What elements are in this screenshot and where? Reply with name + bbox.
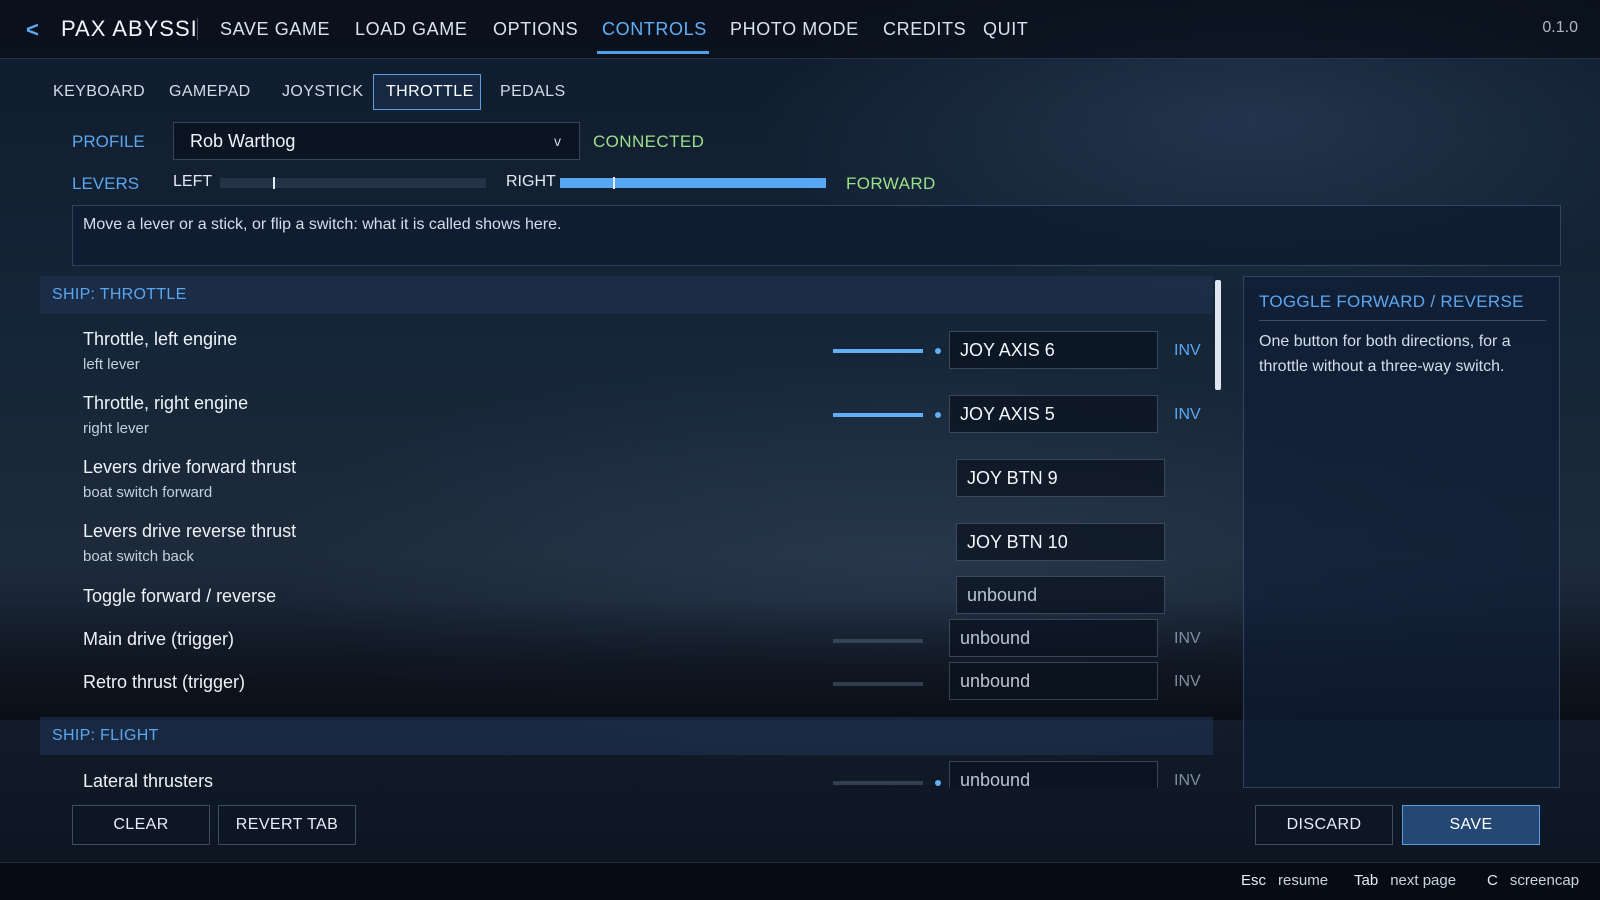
invert-toggle[interactable]: INV [1174, 342, 1201, 360]
invert-toggle[interactable]: INV [1174, 673, 1201, 691]
binding-slot[interactable]: unbound [949, 619, 1158, 657]
invert-toggle[interactable]: INV [1174, 772, 1201, 788]
right-lever-meter [560, 177, 826, 189]
section-ship-throttle: SHIP: THROTTLE [40, 276, 1213, 314]
binding-subtitle: boat switch back [83, 548, 194, 565]
nav-photo-mode[interactable]: PHOTO MODE [730, 19, 859, 40]
hotkey-screencap[interactable]: Cscreencap [1487, 872, 1579, 889]
scrollbar-thumb[interactable] [1215, 280, 1221, 390]
invert-toggle[interactable]: INV [1174, 630, 1201, 648]
nav-credits[interactable]: CREDITS [883, 19, 966, 40]
profile-value: Rob Warthog [190, 131, 296, 151]
left-lever-marker [273, 177, 276, 189]
table-row[interactable]: Throttle, right engine right lever JOY A… [40, 390, 1213, 450]
hotkey-resume[interactable]: Esc resume [1241, 872, 1328, 889]
binding-name: Levers drive reverse thrust [83, 521, 297, 541]
section-ship-flight: SHIP: FLIGHT [40, 717, 1213, 755]
version-label: 0.1.0 [1542, 19, 1578, 36]
profile-label: PROFILE [72, 132, 145, 151]
binding-subtitle: right lever [83, 420, 149, 437]
axis-level-bar [833, 682, 923, 686]
table-row[interactable]: Lateral thrusters unbound INV [40, 761, 1213, 788]
binding-slot[interactable]: unbound [949, 761, 1158, 788]
save-button[interactable]: SAVE [1402, 805, 1540, 845]
nav-load-game[interactable]: LOAD GAME [355, 19, 467, 40]
right-lever-label: RIGHT [506, 173, 556, 190]
revert-tab-button[interactable]: REVERT TAB [218, 805, 356, 845]
binding-name: Main drive (trigger) [83, 629, 235, 649]
left-lever-label: LEFT [173, 173, 213, 190]
tab-throttle[interactable]: THROTTLE [373, 74, 481, 110]
table-row[interactable]: Throttle, left engine left lever JOY AXI… [40, 326, 1213, 386]
axis-level-bar [833, 413, 923, 417]
right-lever-marker [613, 177, 616, 189]
info-title: TOGGLE FORWARD / REVERSE [1259, 292, 1524, 311]
binding-slot[interactable]: JOY BTN 9 [956, 459, 1165, 497]
binding-slot[interactable]: unbound [956, 576, 1165, 614]
binding-slot[interactable]: JOY AXIS 6 [949, 331, 1158, 369]
tab-keyboard[interactable]: KEYBOARD [40, 74, 158, 110]
info-divider [1259, 320, 1546, 321]
binding-name: Retro thrust (trigger) [83, 672, 246, 692]
invert-toggle[interactable]: INV [1174, 406, 1201, 424]
nav-controls[interactable]: CONTROLS [602, 19, 707, 40]
axis-position-dot [935, 412, 941, 418]
back-chevron-icon[interactable]: < [26, 17, 39, 43]
input-hint-box: Move a lever or a stick, or flip a switc… [72, 205, 1561, 266]
binding-slot[interactable]: unbound [949, 662, 1158, 700]
binding-name: Throttle, left engine [83, 329, 238, 349]
hotkey-next-page[interactable]: Tab next page [1354, 872, 1456, 889]
right-lever-fill [560, 178, 826, 188]
info-description: One button for both directions, for a th… [1259, 333, 1511, 375]
thrust-direction: FORWARD [846, 174, 936, 193]
binding-name: Lateral thrusters [83, 771, 214, 788]
top-nav: < PAX ABYSSI SAVE GAME LOAD GAME OPTIONS… [0, 0, 1600, 59]
binding-name: Throttle, right engine [83, 393, 249, 413]
game-title: PAX ABYSSI [61, 16, 198, 41]
table-row[interactable]: Levers drive forward thrust boat switch … [40, 454, 1213, 514]
chevron-down-icon: v [554, 133, 561, 149]
input-hint-text: Move a lever or a stick, or flip a switc… [83, 216, 562, 233]
binding-subtitle: left lever [83, 356, 140, 373]
axis-level-bar [833, 349, 923, 353]
section-title: SHIP: FLIGHT [52, 727, 159, 744]
binding-info-panel: TOGGLE FORWARD / REVERSE One button for … [1243, 276, 1560, 788]
connection-status: CONNECTED [593, 132, 705, 151]
table-row[interactable]: Retro thrust (trigger) unbound INV [40, 662, 1213, 706]
nav-save-game[interactable]: SAVE GAME [220, 19, 330, 40]
axis-position-dot [935, 780, 941, 786]
axis-position-dot [935, 348, 941, 354]
levers-label: LEVERS [72, 174, 140, 193]
nav-options[interactable]: OPTIONS [493, 19, 578, 40]
tab-joystick[interactable]: JOYSTICK [269, 74, 376, 110]
discard-button[interactable]: DISCARD [1255, 805, 1393, 845]
list-scrollbar[interactable] [1215, 276, 1221, 788]
binding-name: Levers drive forward thrust [83, 457, 297, 477]
left-lever-meter [220, 177, 486, 189]
nav-quit[interactable]: QUIT [983, 19, 1028, 40]
tab-gamepad[interactable]: GAMEPAD [156, 74, 264, 110]
binding-subtitle: boat switch forward [83, 484, 213, 501]
profile-dropdown[interactable]: Rob Warthog v [173, 122, 580, 160]
bindings-list: SHIP: THROTTLE Throttle, left engine lef… [40, 276, 1213, 788]
binding-slot[interactable]: JOY AXIS 5 [949, 395, 1158, 433]
axis-level-bar [833, 781, 923, 785]
nav-divider [197, 18, 198, 40]
table-row[interactable]: Levers drive reverse thrust boat switch … [40, 518, 1213, 578]
table-row[interactable]: Toggle forward / reverse unbound [40, 576, 1213, 620]
table-row[interactable]: Main drive (trigger) unbound INV [40, 619, 1213, 663]
binding-slot[interactable]: JOY BTN 10 [956, 523, 1165, 561]
active-nav-underline [597, 51, 709, 54]
tab-pedals[interactable]: PEDALS [487, 74, 579, 110]
axis-level-bar [833, 639, 923, 643]
binding-name: Toggle forward / reverse [83, 586, 277, 606]
section-title: SHIP: THROTTLE [52, 286, 187, 303]
clear-button[interactable]: CLEAR [72, 805, 210, 845]
hotkey-bar: Esc resume Tab next page Cscreencap [0, 862, 1600, 900]
